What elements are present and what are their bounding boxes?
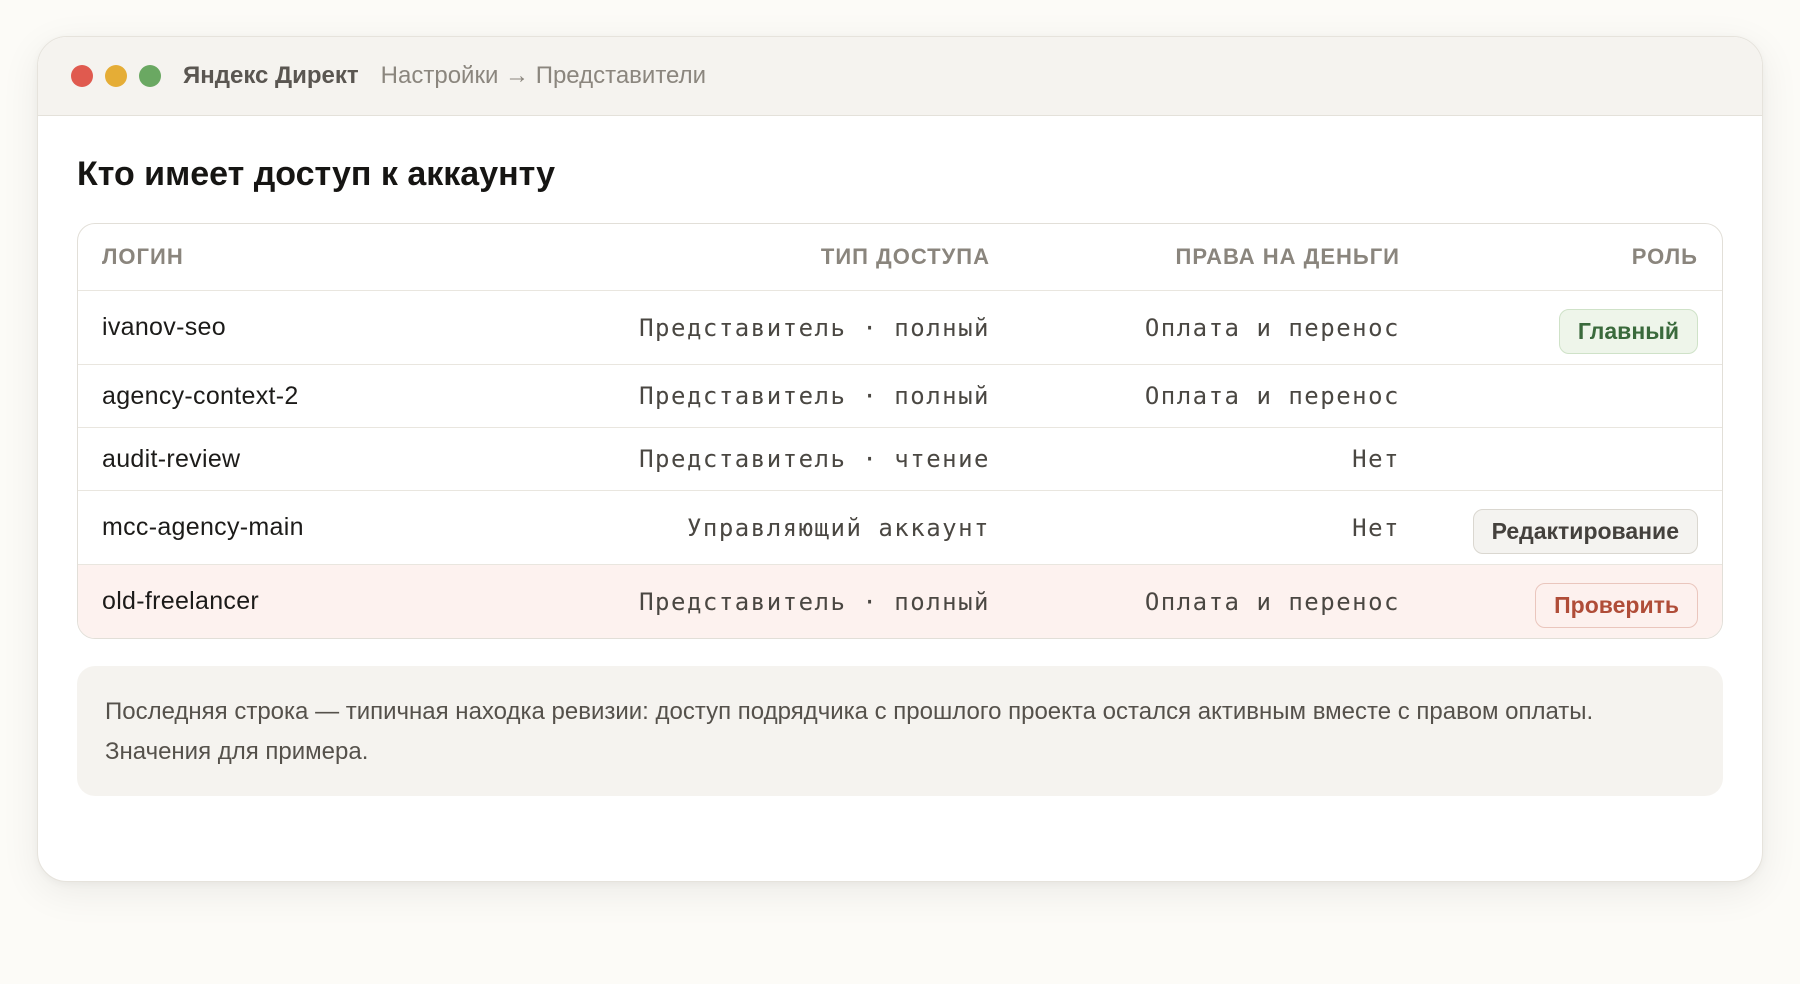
maximize-window-button[interactable] [139, 65, 161, 87]
table-row[interactable]: audit-review Представитель · чтение Нет [78, 427, 1722, 490]
title-bar: Яндекс Директ Настройки → Представители [38, 37, 1762, 116]
table-row-flagged[interactable]: old-freelancer Представитель · полный Оп… [78, 564, 1722, 638]
money-rights-cell: Оплата и перенос [1144, 382, 1400, 410]
access-type-cell: Управляющий аккаунт [686, 513, 990, 542]
login-cell: audit-review [102, 444, 241, 473]
breadcrumb[interactable]: Настройки → Представители [381, 62, 706, 90]
money-rights-cell: Оплата и перенос [1144, 587, 1400, 616]
access-type-cell: Представитель · полный [639, 587, 990, 616]
role-badge-main: Главный [1558, 309, 1698, 354]
column-header-access-type: ТИП ДОСТУПА [820, 244, 990, 269]
login-cell: old-freelancer [102, 587, 260, 615]
app-name: Яндекс Директ [183, 62, 359, 89]
money-rights-cell: Оплата и перенос [1144, 313, 1400, 342]
access-type-cell: Представитель · полный [639, 313, 990, 342]
table-row[interactable]: agency-context-2 Представитель · полный … [78, 364, 1722, 427]
app-window: Яндекс Директ Настройки → Представители … [37, 36, 1763, 882]
table-row[interactable]: mcc-agency-main Управляющий аккаунт Нет … [78, 490, 1722, 564]
check-access-button[interactable]: Проверить [1535, 583, 1698, 628]
login-cell: agency-context-2 [102, 381, 299, 410]
access-type-cell: Представитель · полный [639, 382, 990, 410]
close-window-button[interactable] [71, 65, 93, 87]
info-note: Последняя строка — типичная находка реви… [77, 666, 1723, 796]
login-cell: ivanov-seo [102, 313, 226, 341]
money-rights-cell: Нет [1352, 445, 1400, 473]
main-content: Кто имеет доступ к аккаунту ЛОГИН ТИП ДО… [38, 154, 1762, 796]
page-title: Кто имеет доступ к аккаунту [77, 155, 556, 193]
role-cell: Редактирование [1400, 505, 1698, 554]
minimize-window-button[interactable] [105, 65, 127, 87]
table-row[interactable]: ivanov-seo Представитель · полный Оплата… [78, 290, 1722, 364]
column-header-money-rights: ПРАВА НА ДЕНЬГИ [1175, 244, 1400, 269]
login-cell: mcc-agency-main [102, 513, 304, 541]
role-cell: Главный [1400, 305, 1698, 354]
role-badge-editing: Редактирование [1472, 509, 1698, 554]
access-type-cell: Представитель · чтение [639, 445, 990, 473]
column-header-role: РОЛЬ [1631, 244, 1698, 269]
money-rights-cell: Нет [1352, 513, 1400, 542]
table-header-row: ЛОГИН ТИП ДОСТУПА ПРАВА НА ДЕНЬГИ РОЛЬ [78, 224, 1722, 290]
column-header-login: ЛОГИН [102, 244, 184, 269]
access-table: ЛОГИН ТИП ДОСТУПА ПРАВА НА ДЕНЬГИ РОЛЬ i… [77, 223, 1723, 639]
role-cell: Проверить [1400, 579, 1698, 628]
